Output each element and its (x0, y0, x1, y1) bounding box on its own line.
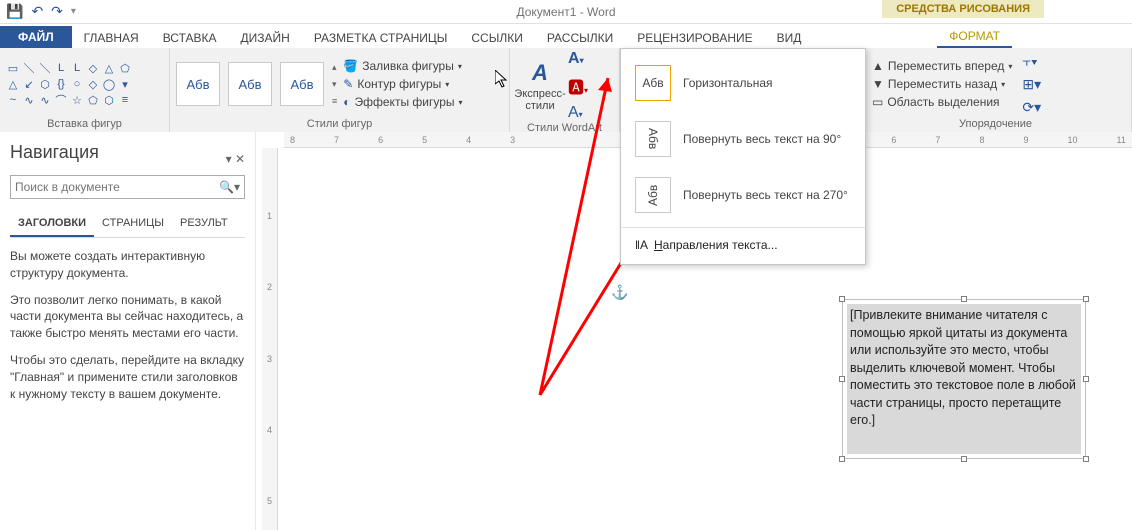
redo-icon[interactable]: ↷ (51, 3, 63, 20)
group-arrange: ▲Переместить вперед▾ ▼Переместить назад▾… (860, 48, 1132, 132)
search-input[interactable] (15, 180, 219, 194)
text-fill-icon[interactable]: A▾ (568, 50, 588, 68)
bring-forward-button[interactable]: ▲Переместить вперед▾ (872, 59, 1012, 73)
tab-home[interactable]: ГЛАВНАЯ (72, 27, 151, 48)
search-icon[interactable]: 🔍▾ (219, 180, 240, 194)
text-effects-icon[interactable]: A▾ (568, 104, 588, 122)
nav-help-text: Вы можете создать интерактивную структур… (10, 248, 245, 402)
shape-fill-button[interactable]: 🪣Заливка фигуры▾ (343, 59, 462, 73)
group-label: Вставка фигур (6, 118, 163, 132)
text-outline-icon[interactable]: 🅰▾ (568, 74, 588, 98)
text-box-content[interactable]: [Привлеките внимание читателя с помощью … (847, 304, 1081, 454)
wordart-icon: A (532, 60, 548, 86)
tab-format[interactable]: ФОРМАТ (937, 25, 1012, 48)
navigation-title: Навигация (10, 142, 99, 163)
tab-view[interactable]: ВИД (765, 27, 814, 48)
selection-pane-button[interactable]: ▭Область выделения (872, 95, 1012, 109)
pen-icon: ✎ (343, 77, 353, 91)
workspace: Навигация ▾ ✕ 🔍▾ ЗАГОЛОВКИ СТРАНИЦЫ РЕЗУ… (0, 132, 1132, 530)
thumb-270-icon: Абв (635, 177, 671, 213)
group-wordart-styles: A Экспресс- стили A▾ 🅰▾ A▾ Стили WordArt (510, 48, 620, 132)
group-icon[interactable]: ⊞▾ (1022, 76, 1041, 93)
ribbon: ▭＼＼LL◇△⬠ △↙⬡{}○◇◯▾ ~∿∿⌒☆⬠⬡≡ Вставка фигу… (0, 48, 1132, 132)
group-insert-shapes: ▭＼＼LL◇△⬠ △↙⬡{}○◇◯▾ ~∿∿⌒☆⬠⬡≡ Вставка фигу… (0, 48, 170, 132)
quick-styles-button[interactable]: A Экспресс- стили (516, 60, 564, 112)
more-text: Н (654, 238, 663, 252)
tab-review[interactable]: РЕЦЕНЗИРОВАНИЕ (625, 27, 764, 48)
save-icon[interactable]: 💾 (6, 3, 23, 20)
bring-forward-icon: ▲ (872, 59, 884, 73)
shape-outline-button[interactable]: ✎Контур фигуры▾ (343, 77, 462, 91)
contextual-tab-header: СРЕДСТВА РИСОВАНИЯ (882, 0, 1044, 18)
align-icon[interactable]: ⫟▾ (1022, 53, 1041, 70)
undo-icon[interactable]: ↶ (31, 3, 43, 20)
text-direction-menu: Абв Горизонтальная Абв Повернуть весь те… (620, 48, 866, 265)
tab-file[interactable]: ФАЙЛ (0, 26, 72, 48)
qat-customize-icon[interactable]: ▾ (71, 6, 76, 17)
vertical-ruler[interactable]: 12345 (262, 148, 278, 530)
text-direction-opt-horizontal[interactable]: Абв Горизонтальная (621, 55, 865, 111)
ribbon-tabs: ФАЙЛ ГЛАВНАЯ ВСТАВКА ДИЗАЙН РАЗМЕТКА СТР… (0, 24, 1132, 48)
document-title: Документ1 - Word (516, 5, 615, 19)
shape-effects-button[interactable]: ◐Эффекты фигуры▾ (343, 95, 462, 109)
shape-gallery[interactable]: ▭＼＼LL◇△⬠ △↙⬡{}○◇◯▾ ~∿∿⌒☆⬠⬡≡ (6, 61, 132, 107)
thumb-horizontal-icon: Абв (635, 65, 671, 101)
nav-tabs: ЗАГОЛОВКИ СТРАНИЦЫ РЕЗУЛЬТ (10, 211, 245, 238)
anchor-icon: ⚓ (611, 284, 628, 301)
tab-page-layout[interactable]: РАЗМЕТКА СТРАНИЦЫ (302, 27, 460, 48)
nav-tab-results[interactable]: РЕЗУЛЬТ (172, 211, 236, 237)
tab-design[interactable]: ДИЗАЙН (229, 27, 302, 48)
navigation-pane: Навигация ▾ ✕ 🔍▾ ЗАГОЛОВКИ СТРАНИЦЫ РЕЗУ… (0, 132, 256, 530)
nav-close-icon[interactable]: ✕ (235, 152, 245, 166)
group-label: Упорядочение (866, 118, 1125, 132)
text-direction-opt-90[interactable]: Абв Повернуть весь текст на 90° (621, 111, 865, 167)
bucket-icon: 🪣 (343, 59, 358, 73)
shape-style-preset[interactable]: Абв (228, 62, 272, 106)
send-backward-icon: ▼ (872, 77, 884, 91)
text-direction-opt-270[interactable]: Абв Повернуть весь текст на 270° (621, 167, 865, 223)
tab-references[interactable]: ССЫЛКИ (459, 27, 534, 48)
rotate-icon[interactable]: ⟳▾ (1022, 99, 1041, 116)
nav-tab-headings[interactable]: ЗАГОЛОВКИ (10, 211, 94, 237)
shape-style-preset[interactable]: Абв (280, 62, 324, 106)
selection-pane-icon: ▭ (872, 95, 883, 109)
title-bar: 💾 ↶ ↷ ▾ Документ1 - Word СРЕДСТВА РИСОВА… (0, 0, 1132, 24)
text-box[interactable]: [Привлеките внимание читателя с помощью … (842, 299, 1086, 459)
nav-options-icon[interactable]: ▾ (226, 152, 232, 166)
group-label: Стили фигур (176, 118, 503, 132)
thumb-90-icon: Абв (635, 121, 671, 157)
tab-insert[interactable]: ВСТАВКА (151, 27, 229, 48)
tab-mailings[interactable]: РАССЫЛКИ (535, 27, 625, 48)
text-direction-more-link[interactable]: ‖A Направления текста... (621, 232, 865, 258)
send-backward-button[interactable]: ▼Переместить назад▾ (872, 77, 1012, 91)
quick-access-toolbar: 💾 ↶ ↷ ▾ (0, 3, 76, 20)
search-box[interactable]: 🔍▾ (10, 175, 245, 199)
group-shape-styles: Абв Абв Абв ▴▾≡ 🪣Заливка фигуры▾ ✎Контур… (170, 48, 510, 132)
effects-icon: ◐ (343, 95, 350, 109)
nav-tab-pages[interactable]: СТРАНИЦЫ (94, 211, 172, 237)
shape-style-preset[interactable]: Абв (176, 62, 220, 106)
